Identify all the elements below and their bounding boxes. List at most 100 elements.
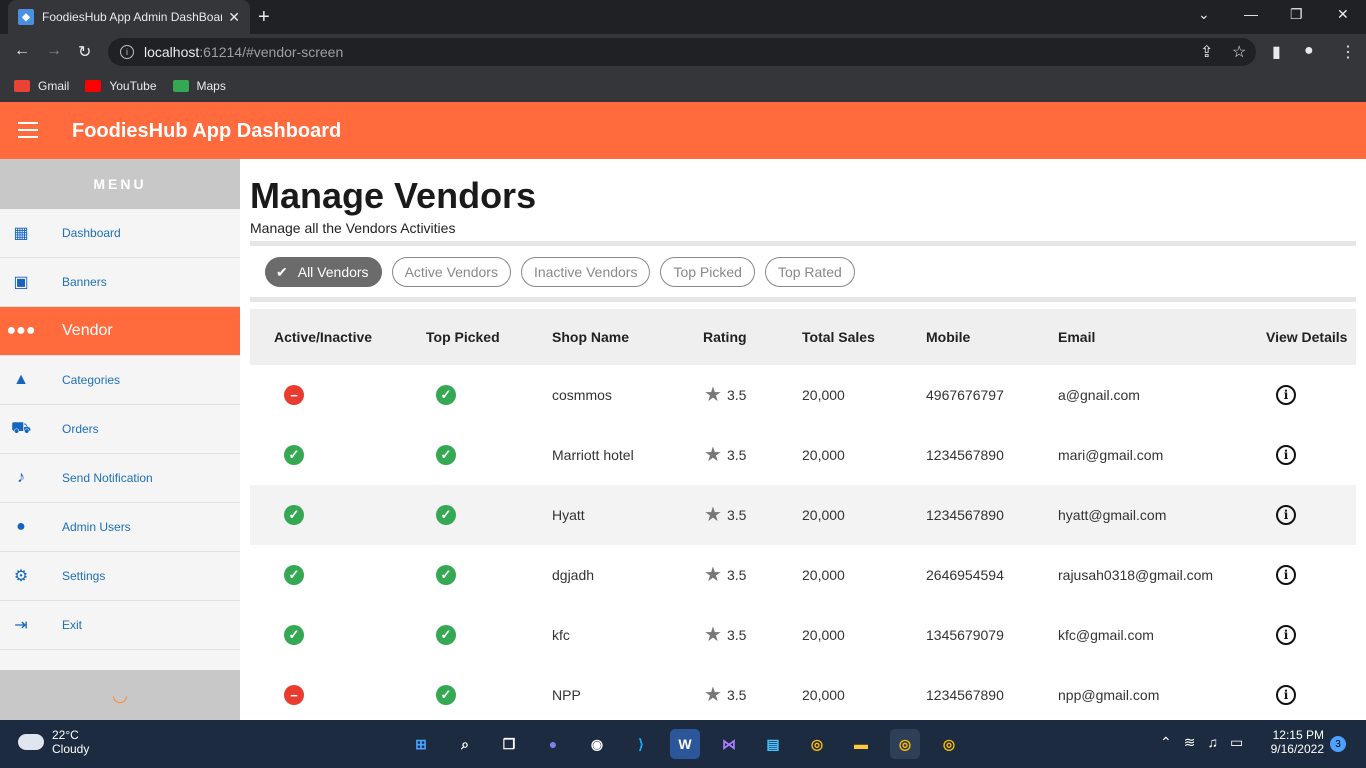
rating: 3.5 bbox=[727, 387, 747, 403]
store-icon[interactable]: ▤ bbox=[758, 729, 788, 759]
mobile: 1234567890 bbox=[926, 507, 1004, 523]
chrome-active-icon[interactable]: ◎ bbox=[890, 729, 920, 759]
chat-icon[interactable]: ● bbox=[538, 729, 568, 759]
bookmark-maps[interactable]: Maps bbox=[172, 79, 226, 93]
task-view-icon[interactable]: ❐ bbox=[494, 729, 524, 759]
sidebar-item-dashboard[interactable]: ▦ Dashboard bbox=[0, 209, 240, 258]
window-close-icon[interactable]: ✕ bbox=[1337, 6, 1349, 23]
date: 9/16/2022 bbox=[1270, 742, 1324, 756]
battery-icon[interactable]: ▭ bbox=[1230, 734, 1243, 751]
sidebar-item-banners[interactable]: ▣ Banners bbox=[0, 258, 240, 307]
menu-hamburger-icon[interactable] bbox=[18, 122, 38, 138]
sidebar-item-categories[interactable]: ▲ Categories bbox=[0, 356, 240, 405]
inactive-minus-icon[interactable]: − bbox=[284, 685, 304, 705]
tab-search-icon[interactable]: ⌄ bbox=[1198, 6, 1210, 23]
url-input[interactable]: i localhost:61214/#vendor-screen bbox=[108, 38, 1256, 66]
filter-inactive-vendors[interactable]: Inactive Vendors bbox=[520, 257, 651, 287]
top-picked-check-icon[interactable]: ✓ bbox=[436, 565, 456, 585]
close-tab-icon[interactable]: ✕ bbox=[228, 9, 240, 26]
sidebar-footer-logo-icon: ◡ bbox=[0, 670, 240, 720]
star-icon: ★ bbox=[704, 624, 722, 646]
restore-icon[interactable]: ❐ bbox=[1290, 6, 1303, 23]
mobile: 1234567890 bbox=[926, 447, 1004, 463]
visual-studio-icon[interactable]: ⋈ bbox=[714, 729, 744, 759]
volume-icon[interactable]: ♫ bbox=[1207, 734, 1218, 751]
reload-icon[interactable]: ↻ bbox=[78, 42, 91, 62]
sidebar-item-label: Banners bbox=[62, 275, 107, 289]
filter-active-vendors[interactable]: Active Vendors bbox=[391, 257, 511, 287]
view-details-info-icon[interactable]: i bbox=[1276, 505, 1296, 525]
profile-icon[interactable]: ● bbox=[1304, 42, 1314, 60]
minimize-icon[interactable]: — bbox=[1244, 6, 1258, 22]
sidebar-item-orders[interactable]: ⛟ Orders bbox=[0, 405, 240, 454]
email: kfc@gmail.com bbox=[1058, 627, 1154, 643]
bookmark-youtube[interactable]: YouTube bbox=[85, 79, 157, 93]
back-icon[interactable]: ← bbox=[14, 42, 30, 60]
filter-top-picked[interactable]: Top Picked bbox=[660, 257, 755, 287]
shop-name: Marriott hotel bbox=[552, 447, 634, 463]
rating: 3.5 bbox=[727, 447, 747, 463]
bookmark-gmail[interactable]: Gmail bbox=[14, 79, 69, 93]
view-details-info-icon[interactable]: i bbox=[1276, 625, 1296, 645]
active-check-icon[interactable]: ✓ bbox=[284, 625, 304, 645]
sidebar: MENU ▦ Dashboard ▣ Banners ●●● Vendor ▲ … bbox=[0, 159, 240, 720]
youtube-icon bbox=[85, 80, 102, 92]
clock[interactable]: 12:15 PM 9/16/2022 bbox=[1262, 728, 1324, 756]
active-check-icon[interactable]: ✓ bbox=[284, 565, 304, 585]
table-row: ✓ ✓ Marriott hotel ★ 3.5 20,000 1234567890 mari… bbox=[250, 425, 1356, 485]
active-check-icon[interactable]: ✓ bbox=[284, 505, 304, 525]
search-icon[interactable]: ⌕ bbox=[450, 729, 480, 759]
sidebar-item-send-notification[interactable]: ♪ Send Notification bbox=[0, 454, 240, 503]
view-details-info-icon[interactable]: i bbox=[1276, 445, 1296, 465]
system-tray: ⌃ ≋ ♫ ▭ bbox=[1160, 734, 1243, 751]
browser-tab[interactable]: ◆ FoodiesHub App Admin DashBoard ✕ bbox=[8, 0, 250, 34]
share-icon[interactable]: ⇪ bbox=[1200, 42, 1213, 62]
app-icon[interactable]: ◉ bbox=[582, 729, 612, 759]
top-picked-check-icon[interactable]: ✓ bbox=[436, 505, 456, 525]
cart-icon: ⛟ bbox=[10, 420, 32, 437]
weather-widget[interactable]: 22°C Cloudy bbox=[18, 728, 89, 756]
top-picked-check-icon[interactable]: ✓ bbox=[436, 685, 456, 705]
chevron-up-icon[interactable]: ⌃ bbox=[1160, 734, 1172, 751]
windows-taskbar: 22°C Cloudy ⊞ ⌕ ❐ ● ◉ ⟩ W ⋈ ▤ ◎ ▬ ◎ ◎ ⌃ … bbox=[0, 720, 1366, 768]
sidebar-item-exit[interactable]: ⇥ Exit bbox=[0, 601, 240, 650]
top-picked-check-icon[interactable]: ✓ bbox=[436, 445, 456, 465]
inactive-minus-icon[interactable]: − bbox=[284, 385, 304, 405]
total-sales: 20,000 bbox=[802, 687, 845, 703]
chrome-icon[interactable]: ◎ bbox=[802, 729, 832, 759]
filter-top-rated[interactable]: Top Rated bbox=[764, 257, 855, 287]
word-icon[interactable]: W bbox=[670, 729, 700, 759]
forward-icon[interactable]: → bbox=[46, 42, 62, 60]
table-row: ✓ ✓ Hyatt ★ 3.5 20,000 1234567890 hyatt@gmail.c… bbox=[250, 485, 1356, 545]
vendors-table: Active/Inactive Top Picked Shop Name Rat… bbox=[250, 309, 1356, 725]
sidebar-item-settings[interactable]: ⚙ Settings bbox=[0, 552, 240, 601]
vscode-icon[interactable]: ⟩ bbox=[626, 729, 656, 759]
bookmark-star-icon[interactable]: ☆ bbox=[1232, 42, 1246, 62]
file-explorer-icon[interactable]: ▬ bbox=[846, 729, 876, 759]
sidebar-item-admin-users[interactable]: ● Admin Users bbox=[0, 503, 240, 552]
chrome-dev-icon[interactable]: ◎ bbox=[934, 729, 964, 759]
new-tab-icon[interactable]: + bbox=[258, 6, 270, 29]
wifi-icon[interactable]: ≋ bbox=[1184, 734, 1196, 751]
active-check-icon[interactable]: ✓ bbox=[284, 445, 304, 465]
view-details-info-icon[interactable]: i bbox=[1276, 685, 1296, 705]
browser-tab-bar: ◆ FoodiesHub App Admin DashBoard ✕ + ⌄ —… bbox=[0, 0, 1366, 34]
top-picked-check-icon[interactable]: ✓ bbox=[436, 625, 456, 645]
table-row: ✓ ✓ dgjadh ★ 3.5 20,000 2646954594 rajusah0318@… bbox=[250, 545, 1356, 605]
view-details-info-icon[interactable]: i bbox=[1276, 385, 1296, 405]
url-host: localhost bbox=[144, 44, 200, 60]
filter-all-vendors[interactable]: ✔ All Vendors bbox=[265, 257, 382, 287]
site-info-icon[interactable]: i bbox=[120, 45, 134, 59]
exit-icon: ⇥ bbox=[14, 617, 28, 634]
star-icon: ★ bbox=[704, 684, 722, 706]
more-menu-icon[interactable]: ⋮ bbox=[1340, 42, 1356, 62]
side-panel-icon[interactable]: ▮ bbox=[1272, 42, 1281, 62]
start-icon[interactable]: ⊞ bbox=[406, 729, 436, 759]
dashboard-icon: ▦ bbox=[13, 225, 29, 242]
sidebar-item-vendor[interactable]: ●●● Vendor bbox=[0, 307, 240, 356]
table-row: − ✓ NPP ★ 3.5 20,000 1234567890 npp@gmail.com i bbox=[250, 665, 1356, 725]
shop-name: kfc bbox=[552, 627, 570, 643]
view-details-info-icon[interactable]: i bbox=[1276, 565, 1296, 585]
top-picked-check-icon[interactable]: ✓ bbox=[436, 385, 456, 405]
notification-badge[interactable]: 3 bbox=[1330, 736, 1346, 752]
